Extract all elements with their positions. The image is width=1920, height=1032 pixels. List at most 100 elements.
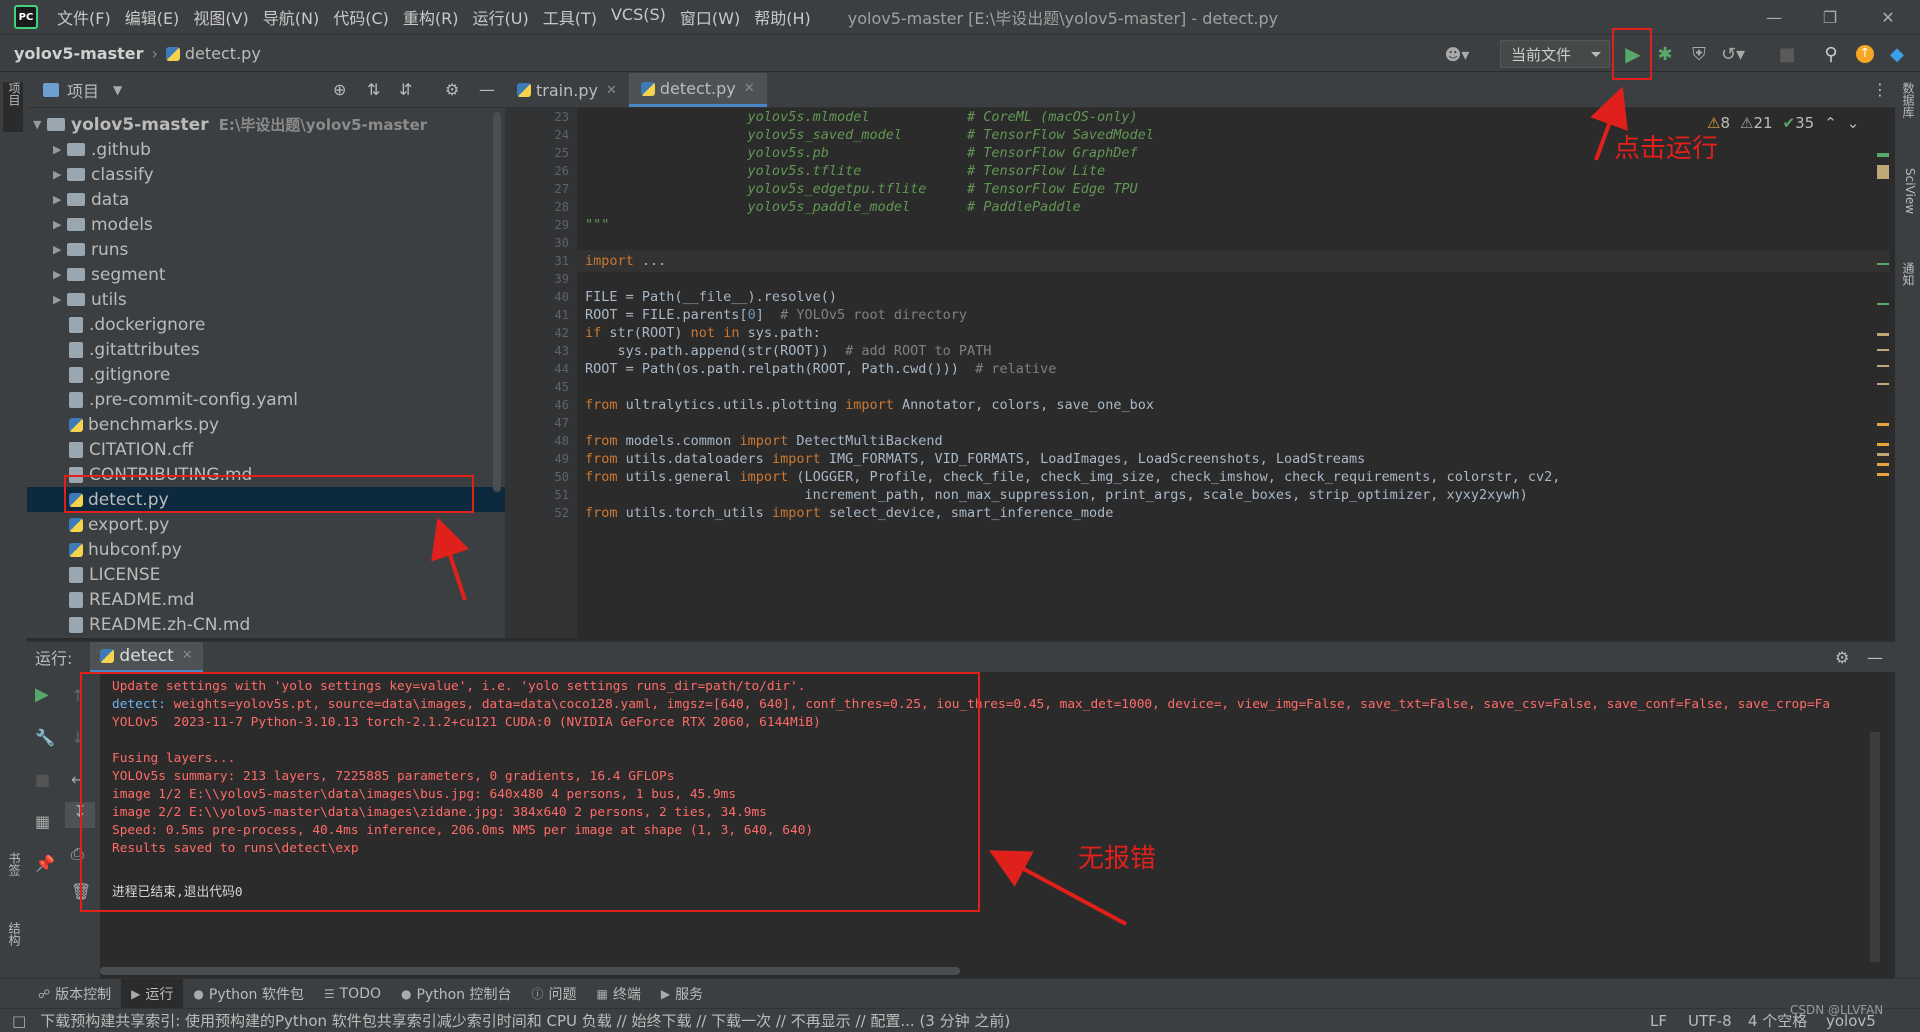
settings-gear-icon[interactable]: ⚙: [445, 80, 459, 99]
tree-file[interactable]: export.py: [27, 512, 505, 537]
tree-folder[interactable]: ▶ segment: [27, 262, 505, 287]
stop-icon[interactable]: ■: [1774, 41, 1800, 67]
previous-highlight-icon[interactable]: ⌃: [1824, 114, 1837, 132]
next-highlight-icon[interactable]: ⌄: [1847, 114, 1860, 132]
jetbrains-toolbox-icon[interactable]: ◆: [1884, 41, 1910, 67]
console-vertical-scrollbar[interactable]: [1870, 732, 1880, 962]
debug-icon[interactable]: ✱: [1652, 41, 1678, 67]
close-icon[interactable]: ✕: [606, 83, 617, 98]
soft-wrap-icon[interactable]: ↵: [71, 770, 84, 789]
tree-folder[interactable]: ▶ data: [27, 187, 505, 212]
close-icon[interactable]: ✕: [744, 81, 755, 96]
expand-all-icon[interactable]: ⇅: [367, 80, 380, 99]
bookmarks-tool-tab[interactable]: 书签: [3, 852, 23, 876]
run-button[interactable]: ▶: [1620, 41, 1646, 67]
tool-window-tab[interactable]: ☰ TODO: [314, 979, 391, 1009]
file-encoding[interactable]: UTF-8: [1688, 1012, 1732, 1030]
breadcrumb-file[interactable]: detect.py: [165, 44, 261, 63]
menu-item[interactable]: VCS(S): [604, 5, 673, 29]
sciview-tool-tab[interactable]: SciView: [1897, 168, 1917, 214]
database-tool-tab[interactable]: 数据库: [1897, 82, 1917, 118]
menu-item[interactable]: 帮助(H): [747, 5, 818, 29]
tool-window-tab[interactable]: ● Python 软件包: [183, 979, 313, 1009]
tree-file[interactable]: .gitignore: [27, 362, 505, 387]
run-console-output[interactable]: Update settings with 'yolo settings key=…: [100, 672, 1883, 978]
tree-file[interactable]: .gitattributes: [27, 337, 505, 362]
tree-file[interactable]: .pre-commit-config.yaml: [27, 387, 505, 412]
scroll-to-end-icon[interactable]: ↧: [65, 802, 95, 828]
tree-file[interactable]: README.md: [27, 587, 505, 612]
chevron-right-icon[interactable]: ▶: [53, 143, 67, 156]
pin-icon[interactable]: 📌: [35, 854, 55, 873]
breadcrumb-project[interactable]: yolov5-master: [14, 44, 143, 63]
menu-item[interactable]: 代码(C): [326, 5, 396, 29]
notifications-tool-tab[interactable]: 通知: [1897, 262, 1917, 286]
tree-folder[interactable]: ▶ classify: [27, 162, 505, 187]
inspection-widget[interactable]: ⚠ 8 ⚠21 ✔35 ⌃ ⌄: [1707, 114, 1859, 132]
menu-item[interactable]: 视图(V): [186, 5, 255, 29]
code-editor[interactable]: 23 24 25 26 27 28 29 30 31 39 40 41 42 43 44 45 46 47 48 49…: [505, 108, 1890, 638]
chevron-down-icon[interactable]: ▼: [113, 83, 122, 97]
run-tab-detect[interactable]: detect ✕: [90, 641, 203, 673]
tree-file[interactable]: detect.py: [27, 487, 505, 512]
structure-tool-tab[interactable]: 结构: [3, 922, 23, 946]
menu-item[interactable]: 重构(R): [396, 5, 466, 29]
status-panel-icon[interactable]: □: [12, 1012, 26, 1030]
close-icon[interactable]: ✕: [182, 648, 193, 663]
rerun-icon[interactable]: ▶: [35, 684, 49, 705]
menu-item[interactable]: 编辑(E): [118, 5, 187, 29]
update-icon[interactable]: ↑: [1852, 41, 1878, 67]
run-config-select[interactable]: 当前文件: [1500, 40, 1610, 68]
chevron-right-icon[interactable]: ▶: [53, 268, 67, 281]
chevron-right-icon[interactable]: ▶: [53, 168, 67, 181]
console-horizontal-scrollbar[interactable]: [100, 967, 960, 975]
settings-gear-icon[interactable]: ⚙: [1835, 648, 1849, 667]
tree-file[interactable]: README.zh-CN.md: [27, 612, 505, 637]
chevron-down-icon[interactable]: ▼: [33, 118, 47, 131]
tree-file[interactable]: CONTRIBUTING.md: [27, 462, 505, 487]
stop-icon[interactable]: ■: [35, 770, 50, 789]
tool-window-tab[interactable]: ● Python 控制台: [391, 979, 521, 1009]
weak-warning-count[interactable]: ⚠21: [1740, 114, 1773, 132]
line-separator[interactable]: LF: [1650, 1012, 1667, 1030]
tool-window-tab[interactable]: ▦ 终端: [586, 979, 650, 1009]
hide-panel-icon[interactable]: —: [479, 80, 495, 99]
tree-folder[interactable]: ▶ models: [27, 212, 505, 237]
tool-window-tab[interactable]: ▶ 服务: [651, 979, 713, 1009]
up-arrow-icon[interactable]: ↑: [71, 686, 84, 705]
hide-panel-icon[interactable]: —: [1867, 648, 1883, 667]
error-stripe[interactable]: [1877, 153, 1889, 533]
menu-item[interactable]: 运行(U): [466, 5, 536, 29]
editor-tab[interactable]: train.py ✕: [505, 73, 629, 107]
project-panel-title[interactable]: 项目: [67, 78, 99, 102]
menu-item[interactable]: 窗口(W): [673, 5, 747, 29]
chevron-right-icon[interactable]: ▶: [53, 193, 67, 206]
chevron-right-icon[interactable]: ▶: [53, 293, 67, 306]
tool-window-tab[interactable]: ⓘ 问题: [521, 979, 586, 1009]
close-window-button[interactable]: ✕: [1860, 0, 1916, 34]
tree-file[interactable]: LICENSE: [27, 562, 505, 587]
editor-tab[interactable]: detect.py ✕: [628, 73, 767, 107]
minimize-button[interactable]: —: [1746, 0, 1802, 34]
tree-root-folder[interactable]: ▼ yolov5-master E:\毕设出题\yolov5-master: [27, 112, 505, 137]
locate-icon[interactable]: ⊕: [333, 80, 346, 99]
wrench-icon[interactable]: 🔧: [35, 728, 55, 747]
chevron-right-icon[interactable]: ▶: [53, 243, 67, 256]
search-icon[interactable]: ⚲: [1818, 41, 1844, 67]
coverage-icon[interactable]: ⛨: [1686, 41, 1712, 67]
chevron-right-icon[interactable]: ▶: [53, 218, 67, 231]
ok-count[interactable]: ✔35: [1783, 114, 1815, 132]
maximize-button[interactable]: ❐: [1802, 0, 1858, 34]
more-options-icon[interactable]: ⋮: [1872, 80, 1888, 99]
tree-file[interactable]: CITATION.cff: [27, 437, 505, 462]
layout-icon[interactable]: ▦: [35, 812, 50, 831]
tree-file[interactable]: .dockerignore: [27, 312, 505, 337]
menu-item[interactable]: 文件(F): [50, 5, 118, 29]
tree-folder[interactable]: ▶ runs: [27, 237, 505, 262]
project-tool-tab[interactable]: 项目: [3, 82, 23, 132]
print-icon[interactable]: ⎙: [71, 844, 84, 864]
account-icon[interactable]: ☻▾: [1444, 41, 1470, 67]
tree-folder[interactable]: ▶ utils: [27, 287, 505, 312]
profile-icon[interactable]: ↺▾: [1720, 41, 1746, 67]
tree-file[interactable]: benchmarks.py: [27, 412, 505, 437]
